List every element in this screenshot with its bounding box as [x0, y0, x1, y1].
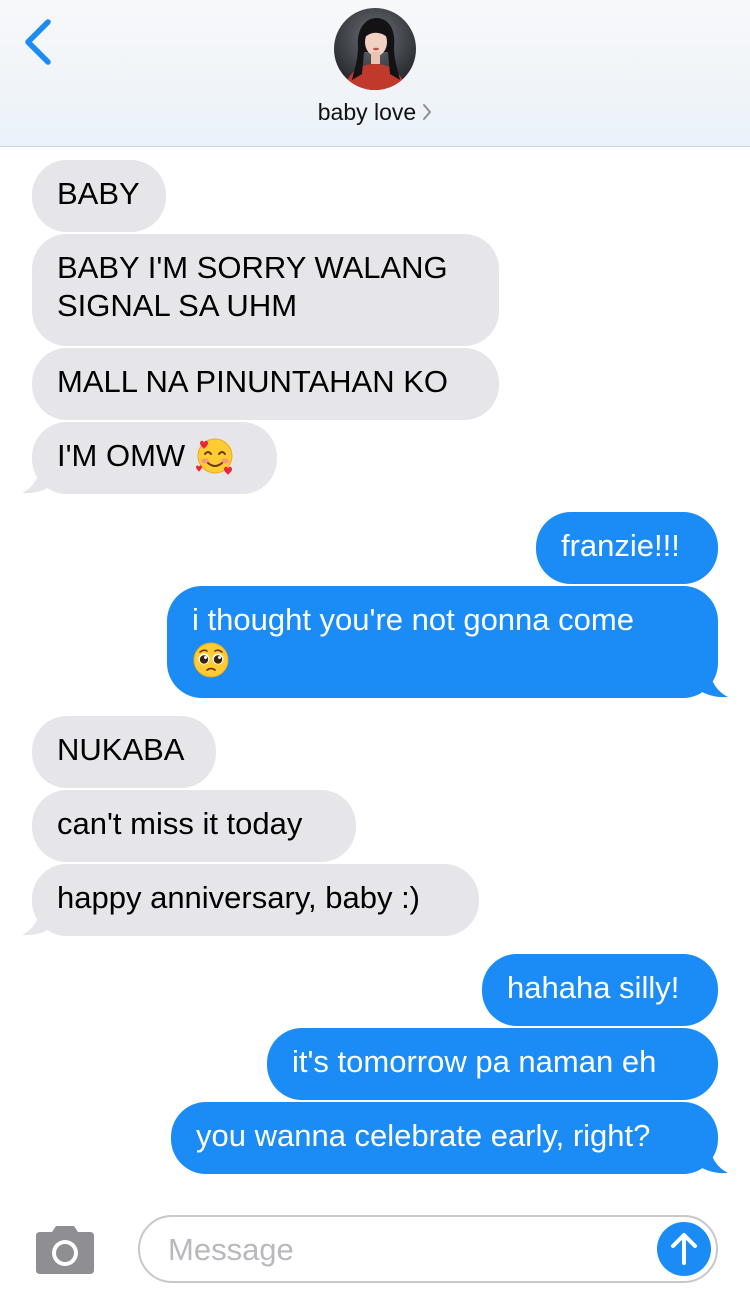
- camera-button[interactable]: [32, 1224, 98, 1276]
- message-text-line: BABY I'M SORRY WALANG: [57, 250, 448, 285]
- message-text: I'M OMW: [57, 438, 186, 473]
- conversation-header: baby love: [0, 0, 750, 147]
- message-bubble-incoming[interactable]: can't miss it today: [32, 790, 356, 862]
- message-bubble-outgoing[interactable]: i thought you're not gonna come: [167, 586, 718, 698]
- message-bubble-incoming[interactable]: BABY: [32, 160, 166, 232]
- message-text: franzie!!!: [561, 528, 680, 563]
- message-bubble-outgoing[interactable]: it's tomorrow pa naman eh: [267, 1028, 718, 1100]
- message-bubble-incoming[interactable]: MALL NA PINUNTAHAN KO: [32, 348, 499, 420]
- back-button[interactable]: [18, 14, 62, 70]
- bubble-tail: [696, 668, 728, 698]
- bubble-tail: [22, 464, 54, 494]
- pleading-face-icon: [193, 642, 229, 678]
- message-text: you wanna celebrate early, right?: [196, 1118, 651, 1153]
- message-bubble-outgoing[interactable]: franzie!!!: [536, 512, 718, 584]
- contact-avatar[interactable]: [334, 8, 416, 90]
- bubble-tail: [22, 906, 54, 936]
- message-text: i thought you're not gonna come: [192, 602, 634, 637]
- message-text: it's tomorrow pa naman eh: [292, 1044, 657, 1079]
- message-bubble-incoming[interactable]: BABY I'M SORRY WALANG SIGNAL SA UHM: [32, 234, 499, 346]
- camera-icon: [36, 1226, 94, 1274]
- message-bubble-outgoing[interactable]: hahaha silly!: [482, 954, 718, 1026]
- message-thread[interactable]: BABY BABY I'M SORRY WALANG SIGNAL SA UHM…: [0, 146, 750, 1196]
- send-button[interactable]: [657, 1222, 711, 1276]
- message-text: BABY: [57, 176, 140, 211]
- message-input-container[interactable]: [138, 1215, 718, 1283]
- contact-name: baby love: [317, 99, 417, 125]
- chevron-right-icon: [423, 104, 432, 121]
- contact-name-button[interactable]: baby love: [0, 94, 750, 130]
- message-text: MALL NA PINUNTAHAN KO: [57, 364, 449, 399]
- message-bubble-outgoing[interactable]: you wanna celebrate early, right?: [171, 1102, 718, 1174]
- message-input[interactable]: [168, 1231, 638, 1269]
- message-text: NUKABA: [57, 732, 185, 767]
- chevron-left-icon: [25, 19, 51, 65]
- message-text: can't miss it today: [57, 806, 303, 841]
- message-text: happy anniversary, baby :): [57, 880, 421, 915]
- message-bubble-incoming[interactable]: happy anniversary, baby :): [32, 864, 479, 936]
- message-bubble-incoming[interactable]: I'M OMW: [32, 422, 277, 494]
- message-text-line: SIGNAL SA UHM: [57, 288, 298, 323]
- send-arrow-up-icon: [657, 1222, 711, 1276]
- bubble-tail: [696, 1144, 728, 1174]
- message-bubble-incoming[interactable]: NUKABA: [32, 716, 216, 788]
- message-text: hahaha silly!: [507, 970, 680, 1005]
- smiling-face-with-hearts-icon: [195, 438, 233, 475]
